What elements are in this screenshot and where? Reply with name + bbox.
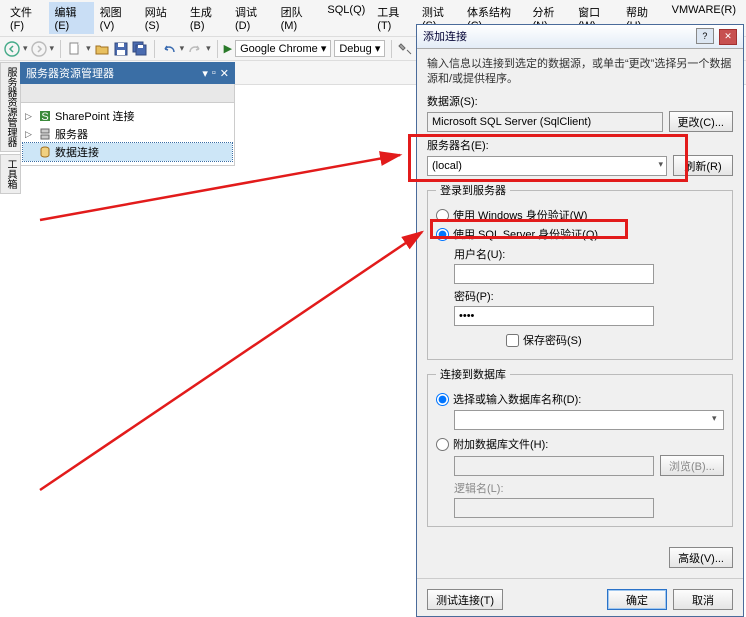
username-field[interactable] <box>454 264 654 284</box>
attach-db-radio-row[interactable]: 附加数据库文件(H): <box>436 436 724 452</box>
username-label: 用户名(U): <box>454 246 724 262</box>
forward-icon[interactable] <box>31 41 47 57</box>
select-db-radio[interactable] <box>436 393 449 406</box>
server-explorer-panel: 服务器资源管理器 ▾ ▫ ✕ ▷ S SharePoint 连接 ▷ 服务器 数… <box>20 62 235 166</box>
browser-select[interactable]: Google Chrome ▾ <box>235 40 331 57</box>
database-legend: 连接到数据库 <box>436 366 510 382</box>
servername-field[interactable] <box>427 156 667 176</box>
browse-button: 浏览(B)... <box>660 455 724 476</box>
database-name-field[interactable] <box>454 410 724 430</box>
vtab-explorer[interactable]: 服务器资源管理器 <box>0 62 21 152</box>
logical-name-label: 逻辑名(L): <box>454 480 724 496</box>
dialog-titlebar[interactable]: 添加连接 ? ✕ <box>417 25 743 49</box>
undo-dropdown[interactable]: ▾ <box>180 43 185 54</box>
forward-dropdown[interactable]: ▾ <box>50 43 55 54</box>
save-password-checkbox[interactable] <box>506 334 519 347</box>
menu-build[interactable]: 生成(B) <box>184 2 229 34</box>
panel-dropdown-icon[interactable]: ▾ <box>202 67 208 80</box>
select-db-label: 选择或输入数据库名称(D): <box>453 391 581 407</box>
expand-icon[interactable]: ▷ <box>25 111 35 122</box>
sharepoint-icon: S <box>38 109 52 123</box>
redo-icon[interactable] <box>187 41 203 57</box>
cancel-button[interactable]: 取消 <box>673 589 733 610</box>
tree-label: SharePoint 连接 <box>55 108 134 124</box>
menu-tools[interactable]: 工具(T) <box>371 2 416 34</box>
sql-auth-label: 使用 SQL Server 身份验证(Q) <box>453 226 598 242</box>
test-connection-button[interactable]: 测试连接(T) <box>427 589 503 610</box>
tree-label: 数据连接 <box>55 144 99 160</box>
refresh-button[interactable]: 刷新(R) <box>673 155 733 176</box>
select-db-radio-row[interactable]: 选择或输入数据库名称(D): <box>436 391 724 407</box>
new-file-icon[interactable] <box>67 41 83 57</box>
panel-pin-icon[interactable]: ▫ <box>212 67 216 80</box>
datasource-label: 数据源(S): <box>427 93 733 109</box>
datasource-field <box>427 112 663 132</box>
tree-label: 服务器 <box>55 126 88 142</box>
start-icon[interactable]: ▶ <box>224 42 232 55</box>
menu-debug[interactable]: 调试(D) <box>229 2 275 34</box>
advanced-button[interactable]: 高级(V)... <box>669 547 733 568</box>
add-connection-dialog: 添加连接 ? ✕ 输入信息以连接到选定的数据源，或单击“更改”选择另一个数据源和… <box>416 24 744 617</box>
back-icon[interactable] <box>4 41 20 57</box>
menu-view[interactable]: 视图(V) <box>94 2 139 34</box>
menu-website[interactable]: 网站(S) <box>139 2 184 34</box>
redo-dropdown[interactable]: ▾ <box>206 43 211 54</box>
panel-close-icon[interactable]: ✕ <box>220 67 229 80</box>
chevron-down-icon[interactable]: ▾ <box>658 159 663 170</box>
menu-sql[interactable]: SQL(Q) <box>321 2 371 34</box>
attach-db-radio[interactable] <box>436 438 449 451</box>
dialog-title-text: 添加连接 <box>423 28 467 44</box>
vertical-tabs: 服务器资源管理器 工具箱 <box>0 62 18 196</box>
password-label: 密码(P): <box>454 288 724 304</box>
chevron-down-icon[interactable]: ▾ <box>712 413 717 424</box>
new-file-dropdown[interactable]: ▾ <box>86 43 91 54</box>
tree-item-servers[interactable]: ▷ 服务器 <box>23 125 232 143</box>
save-password-label: 保存密码(S) <box>523 332 582 348</box>
menu-team[interactable]: 团队(M) <box>275 2 322 34</box>
vtab-toolbox[interactable]: 工具箱 <box>0 154 21 194</box>
windows-auth-radio-row[interactable]: 使用 Windows 身份验证(W) <box>436 207 724 223</box>
attach-file-field <box>454 456 654 476</box>
database-icon <box>38 145 52 159</box>
panel-header: 服务器资源管理器 ▾ ▫ ✕ <box>20 62 235 84</box>
tree-view: ▷ S SharePoint 连接 ▷ 服务器 数据连接 <box>20 103 235 166</box>
dialog-description: 输入信息以连接到选定的数据源，或单击“更改”选择另一个数据源和/或提供程序。 <box>427 57 733 88</box>
login-legend: 登录到服务器 <box>436 182 510 198</box>
open-icon[interactable] <box>94 41 110 57</box>
attach-db-label: 附加数据库文件(H): <box>453 436 548 452</box>
login-fieldset: 登录到服务器 使用 Windows 身份验证(W) 使用 SQL Server … <box>427 182 733 360</box>
menu-file[interactable]: 文件(F) <box>4 2 49 34</box>
dialog-help-icon[interactable]: ? <box>696 28 714 44</box>
password-field[interactable] <box>454 306 654 326</box>
expand-icon[interactable] <box>25 147 35 157</box>
database-fieldset: 连接到数据库 选择或输入数据库名称(D): ▾ 附加数据库文件(H): 浏览(B… <box>427 366 733 527</box>
sql-auth-radio[interactable] <box>436 228 449 241</box>
panel-toolbar <box>20 84 235 103</box>
menu-edit[interactable]: 编辑(E) <box>49 2 94 34</box>
svg-text:S: S <box>41 111 48 123</box>
expand-icon[interactable]: ▷ <box>25 129 35 140</box>
save-icon[interactable] <box>113 41 129 57</box>
tree-item-dataconnection[interactable]: 数据连接 <box>23 143 232 161</box>
panel-title: 服务器资源管理器 <box>26 65 114 81</box>
tool-icon[interactable] <box>398 41 414 57</box>
config-select[interactable]: Debug ▾ <box>334 40 385 57</box>
tree-item-sharepoint[interactable]: ▷ S SharePoint 连接 <box>23 107 232 125</box>
change-button[interactable]: 更改(C)... <box>669 111 733 132</box>
dialog-close-icon[interactable]: ✕ <box>719 29 737 45</box>
windows-auth-label: 使用 Windows 身份验证(W) <box>453 207 587 223</box>
ok-button[interactable]: 确定 <box>607 589 667 610</box>
save-all-icon[interactable] <box>132 41 148 57</box>
windows-auth-radio[interactable] <box>436 209 449 222</box>
sql-auth-radio-row[interactable]: 使用 SQL Server 身份验证(Q) <box>436 226 724 242</box>
servername-label: 服务器名(E): <box>427 137 733 153</box>
back-dropdown[interactable]: ▾ <box>23 43 28 54</box>
undo-icon[interactable] <box>161 41 177 57</box>
logical-name-field <box>454 498 654 518</box>
server-icon <box>38 127 52 141</box>
